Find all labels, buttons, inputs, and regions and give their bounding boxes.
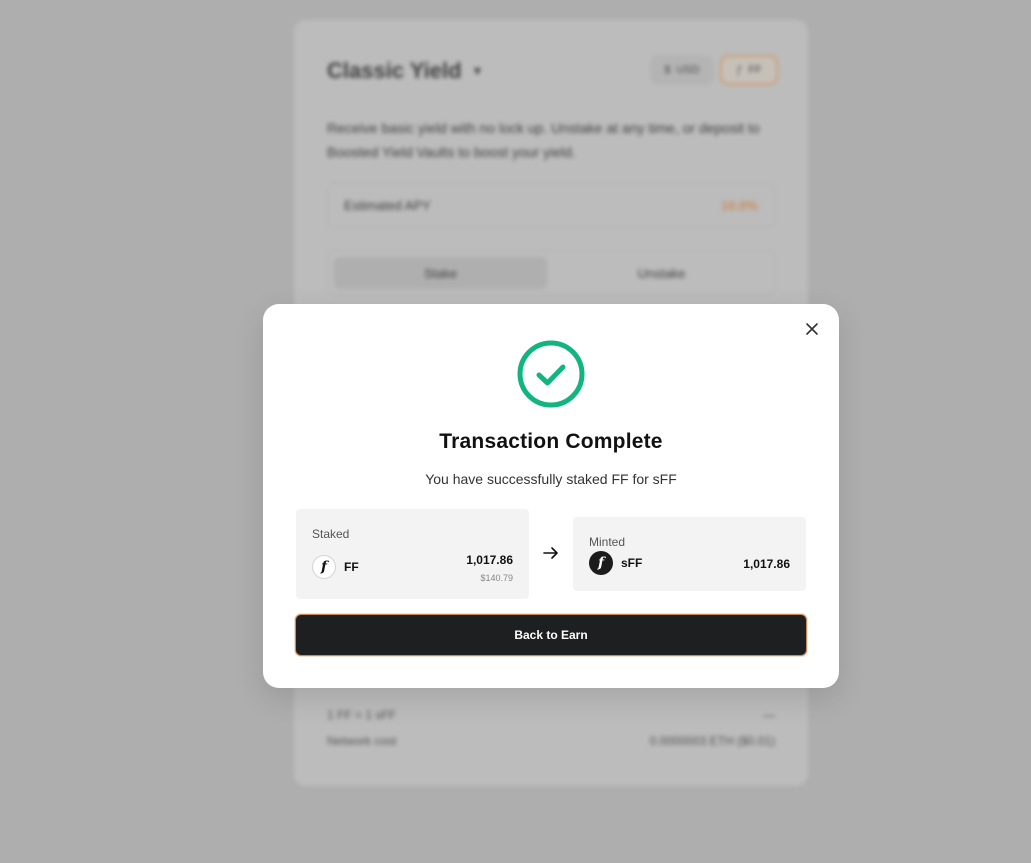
tab-unstake: Unstake <box>637 265 686 281</box>
toggle-ff: ƒ FF <box>720 55 778 85</box>
minted-token: f sFF <box>589 551 642 575</box>
back-to-earn-button[interactable]: Back to Earn <box>295 614 807 656</box>
dollar-icon: $ <box>664 64 671 76</box>
background-title: Classic Yield ▼ <box>327 58 484 83</box>
staked-symbol: FF <box>344 560 359 574</box>
ff-icon: ƒ <box>736 64 743 76</box>
apy-row: Estimated APY 10.0% <box>327 182 775 228</box>
minted-panel: Minted f sFF 1,017.86 <box>573 517 806 591</box>
modal-subtitle: You have successfully staked FF for sFF <box>425 471 677 487</box>
check-circle-icon <box>517 340 585 408</box>
staked-panel: Staked f FF 1,017.86 $140.79 <box>296 509 529 599</box>
modal-title: Transaction Complete <box>439 430 663 453</box>
close-icon[interactable] <box>803 320 821 338</box>
currency-toggle: $ USD ƒ FF <box>650 55 778 85</box>
staked-amount: 1,017.86 <box>466 553 513 567</box>
minted-label: Minted <box>589 535 626 549</box>
rate-row: 1 FF = 1 sFF — <box>327 708 775 722</box>
staked-usd-value: $140.79 <box>480 573 513 583</box>
background-description: Receive basic yield with no lock up. Uns… <box>327 120 760 160</box>
staked-label: Staked <box>312 527 350 541</box>
toggle-usd: $ USD <box>650 55 714 85</box>
chevron-down-icon: ▼ <box>471 64 484 78</box>
ff-token-icon: f <box>312 555 336 579</box>
transaction-complete-modal: Transaction Complete You have successful… <box>263 304 839 688</box>
arrow-right-icon <box>543 547 558 559</box>
tab-stake: Stake <box>334 257 547 289</box>
staked-token: f FF <box>312 555 359 579</box>
sff-token-icon: f <box>589 551 613 575</box>
minted-symbol: sFF <box>621 556 643 570</box>
stake-tabs: Stake Unstake <box>327 250 775 296</box>
network-cost-row: Network cost 0.0000003 ETH ($0.01) <box>327 734 775 748</box>
minted-amount: 1,017.86 <box>743 557 790 571</box>
